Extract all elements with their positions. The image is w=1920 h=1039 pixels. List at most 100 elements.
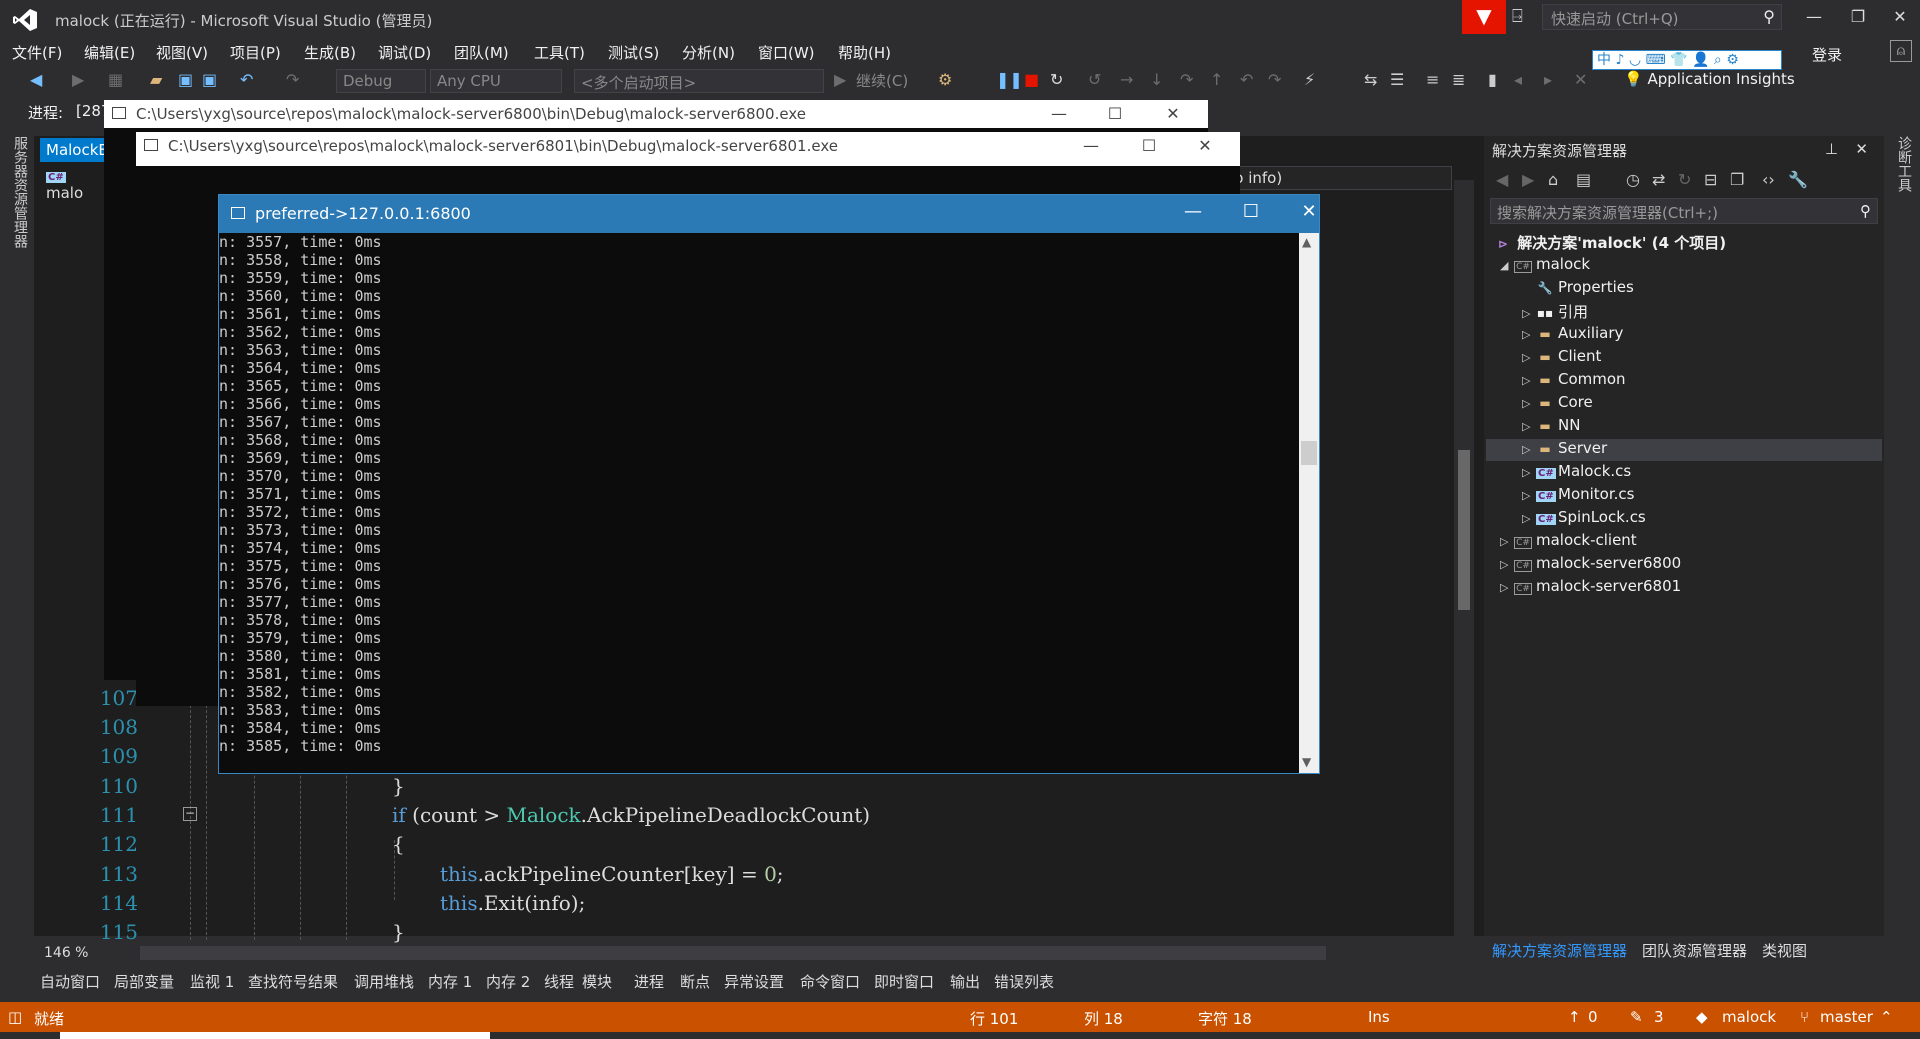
open-folder-icon[interactable]: ▰ [150, 70, 162, 89]
avatar[interactable]: ⍝ [1890, 40, 1912, 62]
scrollbar-thumb[interactable] [1301, 441, 1317, 465]
tool-tab[interactable]: 模块 [582, 971, 612, 992]
close-button[interactable]: ✕ [1289, 201, 1329, 222]
tree-item-core[interactable]: ▷ ▬ Core [1522, 393, 1593, 415]
next-bookmark-icon[interactable]: ▸ [1544, 70, 1552, 89]
scroll-down-icon[interactable]: ▼ [1302, 755, 1311, 769]
tool-tab[interactable]: 监视 1 [190, 971, 234, 992]
clear-bookmark-icon[interactable]: ✕ [1574, 70, 1587, 89]
back-icon[interactable]: ◀ [1496, 170, 1508, 189]
tree-solution[interactable]: ⊳ 解决方案'malock' (4 个项目) [1494, 232, 1726, 254]
console-title-bar[interactable]: C:\Users\yxg\source\repos\malock\malock-… [104, 100, 1208, 128]
maximize-button[interactable]: ❐ [1838, 4, 1878, 30]
tree-item-malock-cs[interactable]: ▷ C# Malock.cs [1522, 462, 1631, 484]
tool-tab[interactable]: 局部变量 [114, 971, 174, 992]
status-edits[interactable]: 3 [1654, 1008, 1664, 1026]
hex-display-icon[interactable]: ⚡ [1304, 70, 1315, 89]
maximize-button[interactable]: ☐ [1231, 201, 1271, 222]
console-scrollbar[interactable]: ▲ ▼ [1299, 233, 1319, 773]
tree-item-client[interactable]: ▷ ▬ Client [1522, 347, 1601, 369]
chevron-right-icon[interactable]: ▷ [1522, 443, 1536, 456]
diagnostic-tools-tab[interactable]: 诊断工具 [1894, 136, 1914, 192]
save-all-icon[interactable]: ▣ [202, 70, 217, 89]
tree-item-monitor-cs[interactable]: ▷ C# Monitor.cs [1522, 485, 1634, 507]
chevron-up-icon[interactable]: ⌃ [1880, 1008, 1893, 1026]
chevron-right-icon[interactable]: ▷ [1522, 374, 1536, 387]
chevron-right-icon[interactable]: ▷ [1522, 420, 1536, 433]
forward-icon[interactable]: ▶ [1522, 170, 1534, 189]
account-icon[interactable]: ⍈ [1512, 6, 1523, 27]
application-insights-button[interactable]: 💡 Application Insights [1624, 70, 1795, 88]
solution-search-input[interactable]: 搜索解决方案资源管理器(Ctrl+;) ⚲ [1490, 198, 1878, 224]
minimize-button[interactable]: — [1044, 104, 1074, 123]
step-over-line-icon[interactable]: ↷ [1180, 70, 1193, 89]
navigate-back-icon[interactable]: ◀ [30, 70, 42, 89]
pending-changes-icon[interactable]: ◷ [1626, 170, 1640, 189]
redo-nav-icon[interactable]: ↷ [1268, 70, 1281, 89]
status-push-count[interactable]: 0 [1588, 1008, 1598, 1026]
close-button[interactable]: ✕ [1190, 136, 1220, 155]
step-over-icon[interactable]: → [1120, 70, 1133, 89]
tool-tab[interactable]: 调用堆栈 [354, 971, 414, 992]
tool-tab[interactable]: 输出 [950, 971, 980, 992]
solution-config-select[interactable]: Debug [336, 69, 426, 93]
menu-file[interactable]: 文件(F) [12, 42, 62, 63]
tool-tab[interactable]: 即时窗口 [874, 971, 934, 992]
tree-item-malock-client[interactable]: ▷ C# malock-client [1500, 531, 1637, 553]
branch-icon[interactable]: ⑂ [1800, 1008, 1809, 1026]
minimize-button[interactable]: — [1794, 4, 1834, 30]
navigate-forward-icon[interactable]: ▶ [72, 70, 84, 89]
menu-tools[interactable]: 工具(T) [534, 42, 585, 63]
menu-window[interactable]: 窗口(W) [758, 42, 815, 63]
chevron-down-icon[interactable]: ◢ [1500, 259, 1514, 272]
tool-tab[interactable]: 断点 [680, 971, 710, 992]
tool-tab[interactable]: 命令窗口 [800, 971, 860, 992]
undo-nav-icon[interactable]: ↶ [1240, 70, 1253, 89]
chevron-right-icon[interactable]: ▷ [1522, 489, 1536, 502]
search-icon[interactable]: ⚲ [1860, 202, 1871, 220]
tree-item-malock-server6801[interactable]: ▷ C# malock-server6801 [1500, 577, 1681, 599]
repo-icon[interactable]: ◆ [1696, 1008, 1708, 1026]
continue-button[interactable]: 继续(C) [856, 70, 908, 91]
show-next-statement-icon[interactable]: ↺ [1088, 70, 1101, 89]
save-icon[interactable]: ▣ [178, 70, 193, 89]
minimize-button[interactable]: — [1076, 136, 1106, 155]
chevron-right-icon[interactable]: ▷ [1522, 397, 1536, 410]
close-button[interactable]: ✕ [1880, 4, 1920, 30]
startup-project-select[interactable]: <多个启动项目> [574, 69, 824, 93]
stop-debugging-icon[interactable]: ■ [1024, 70, 1039, 89]
tree-item-malock[interactable]: ◢ C# malock [1500, 255, 1590, 277]
tree-item-properties[interactable]: 🔧 Properties [1522, 278, 1634, 300]
collapse-all-icon[interactable]: ⊟ [1704, 170, 1717, 189]
show-all-files-icon[interactable]: ❐ [1730, 170, 1744, 189]
redo-icon[interactable]: ↷ [286, 70, 299, 89]
tab-solution-explorer[interactable]: 解决方案资源管理器 [1492, 940, 1627, 961]
search-icon[interactable]: ⚲ [1763, 7, 1775, 26]
close-icon[interactable]: ✕ [1855, 140, 1868, 158]
tree-item-malock-server6800[interactable]: ▷ C# malock-server6800 [1500, 554, 1681, 576]
menu-project[interactable]: 项目(P) [230, 42, 281, 63]
undo-icon[interactable]: ↶ [240, 70, 253, 89]
properties-icon[interactable]: 🔧 [1788, 170, 1808, 189]
console-window-preferred[interactable]: preferred->127.0.0.1:6800 — ☐ ✕ n: 3557,… [218, 194, 1320, 774]
login-link[interactable]: 登录 [1812, 44, 1842, 65]
feedback-flag-icon[interactable]: ▼ [1462, 0, 1506, 34]
chevron-right-icon[interactable]: ▷ [1500, 581, 1514, 594]
zoom-level-select[interactable]: 146 % [40, 944, 116, 964]
menu-view[interactable]: 视图(V) [156, 42, 208, 63]
chevron-right-icon[interactable]: ▷ [1522, 307, 1536, 320]
menu-team[interactable]: 团队(M) [454, 42, 509, 63]
restart-icon[interactable]: ↻ [1050, 70, 1063, 89]
tool-tab[interactable]: 错误列表 [994, 971, 1054, 992]
tree-item-spinlock-cs[interactable]: ▷ C# SpinLock.cs [1522, 508, 1646, 530]
new-project-icon[interactable]: ▦ [108, 70, 123, 89]
minimize-button[interactable]: — [1173, 201, 1213, 222]
maximize-button[interactable]: ☐ [1100, 104, 1130, 123]
step-out-icon[interactable]: ↑ [1210, 70, 1223, 89]
status-branch[interactable]: master [1820, 1008, 1873, 1026]
menu-analyze[interactable]: 分析(N) [682, 42, 735, 63]
member-nav-dropdown[interactable]: fo info) [1222, 166, 1452, 190]
vertical-scrollbar[interactable] [1454, 180, 1474, 940]
menu-build[interactable]: 生成(B) [304, 42, 356, 63]
project-nav-dropdown[interactable]: C# malo [40, 164, 100, 202]
